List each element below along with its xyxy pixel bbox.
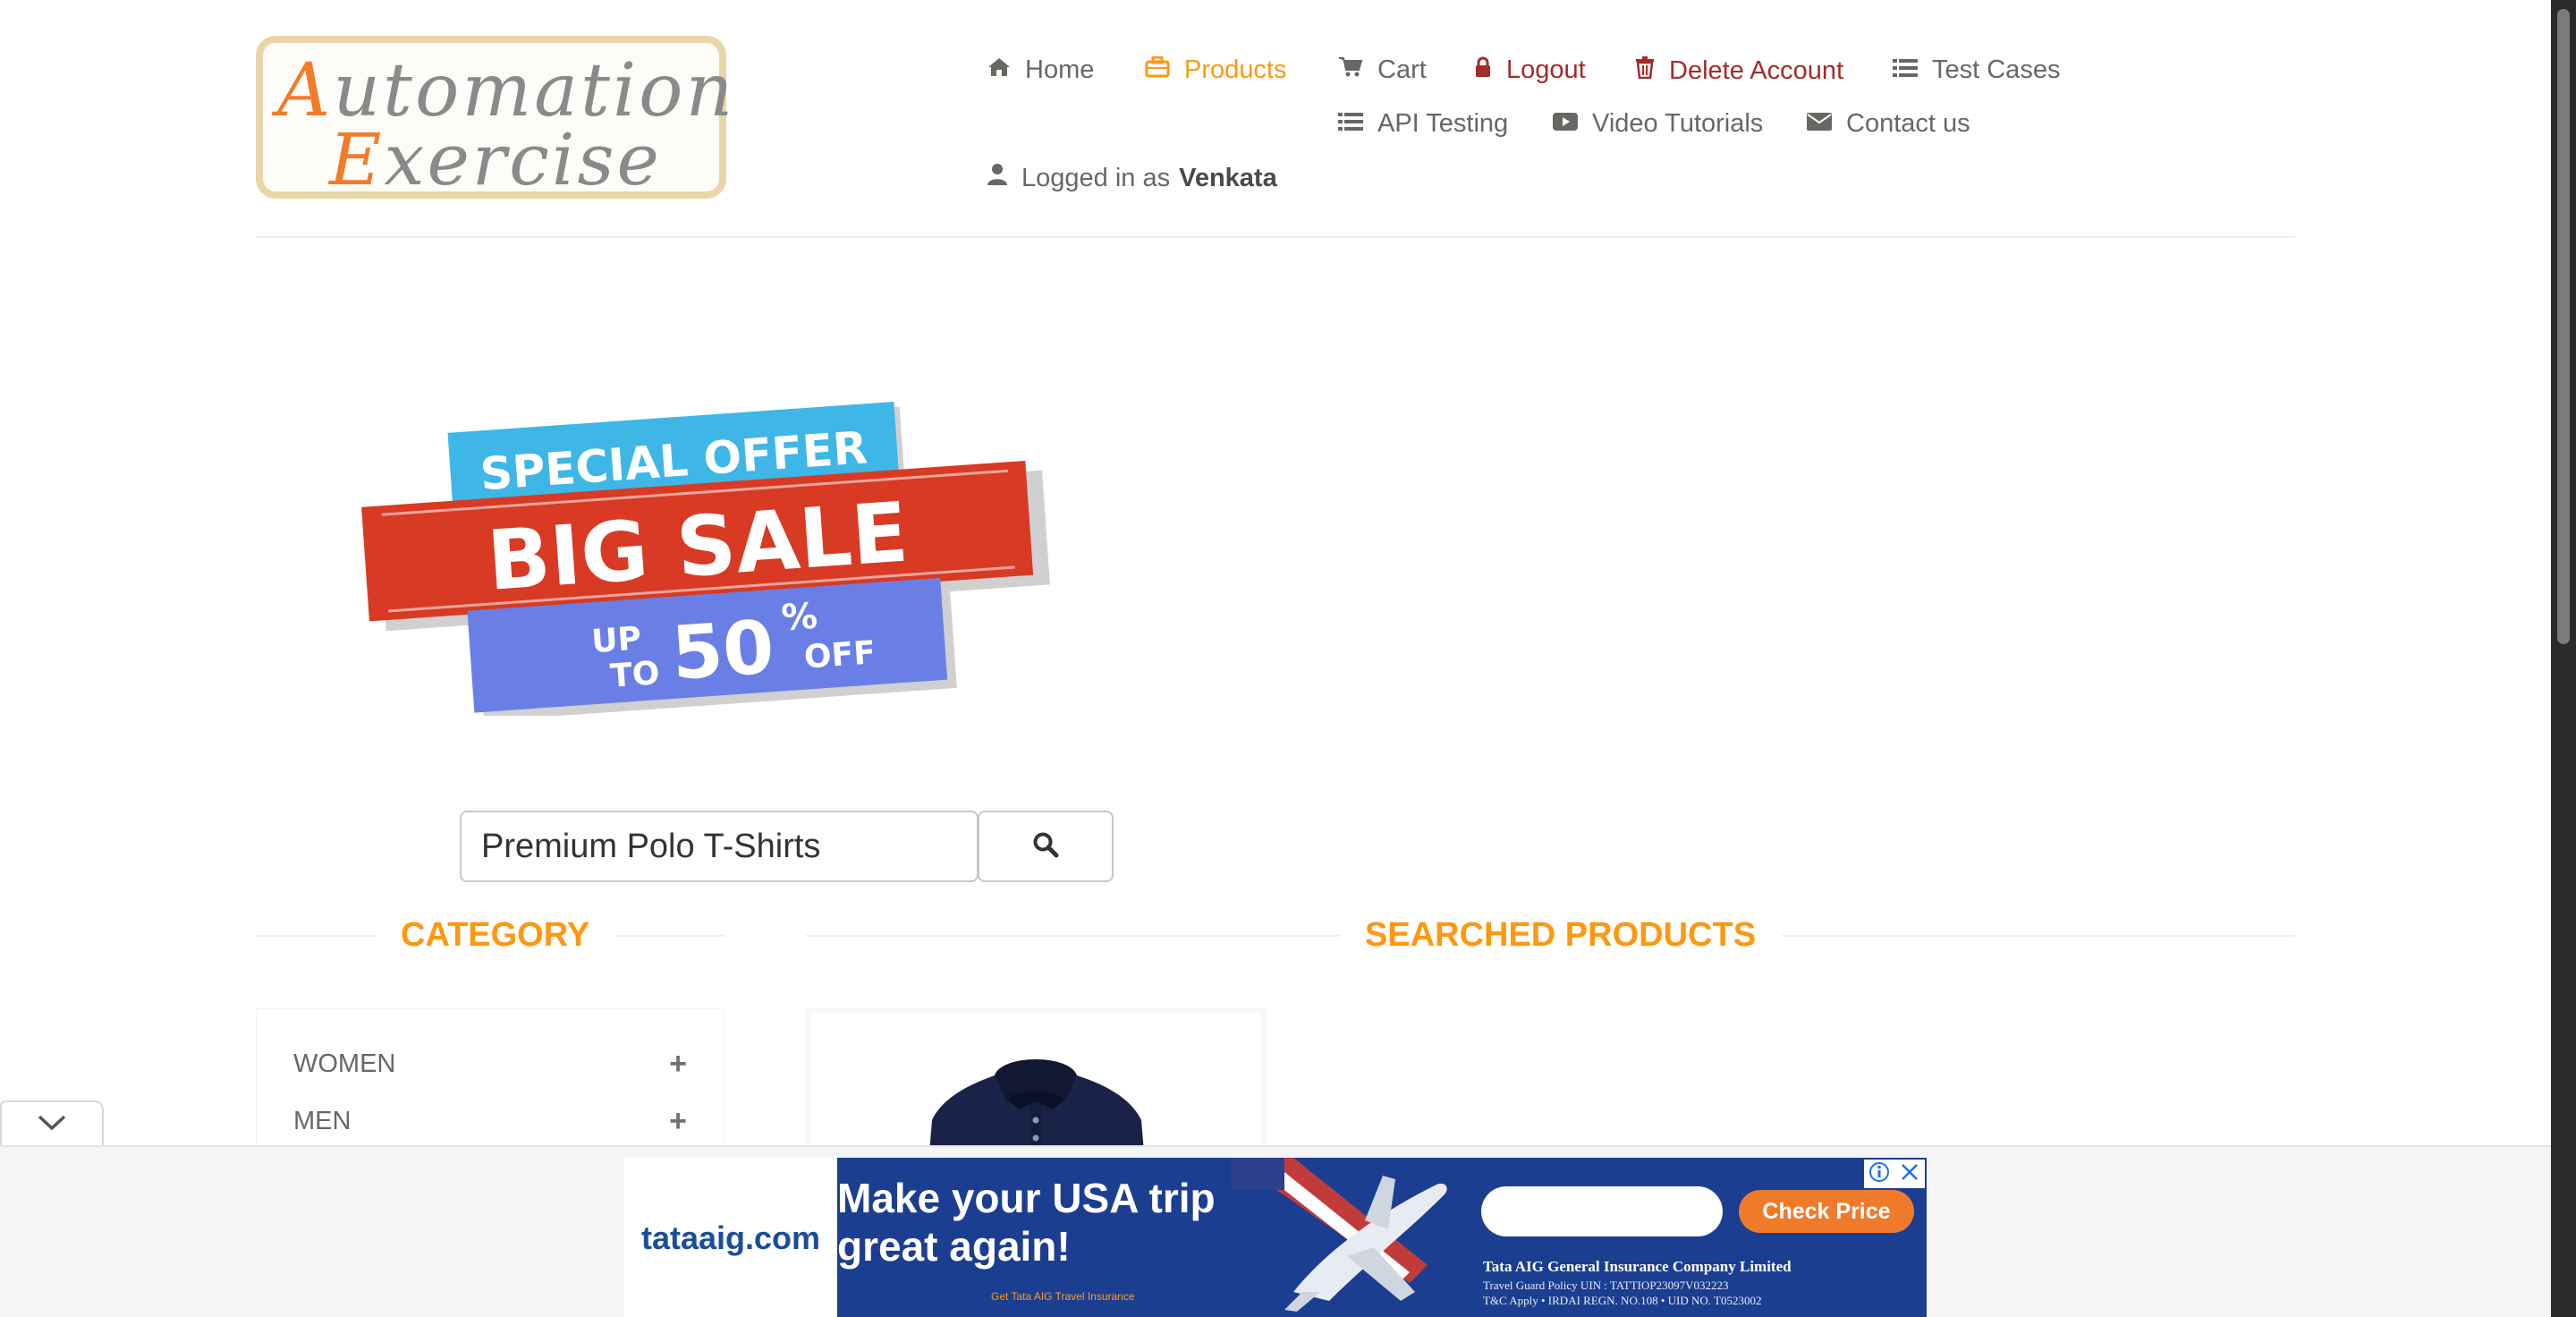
nav-video-tutorials[interactable]: Video Tutorials	[1553, 109, 1763, 139]
header-divider	[256, 236, 2295, 238]
banner-percent: %	[780, 596, 818, 640]
trash-icon	[1635, 55, 1655, 86]
nav-contact-us-label: Contact us	[1846, 109, 1970, 138]
ad-main-panel[interactable]: Make your USA trip great again! Get Tata…	[837, 1158, 1927, 1317]
nav-contact-us[interactable]: Contact us	[1807, 109, 1970, 139]
nav-home-label: Home	[1025, 55, 1095, 84]
cart-icon	[1338, 55, 1363, 85]
nav-delete-account-label: Delete Account	[1669, 55, 1844, 85]
ad-check-price-button[interactable]: Check Price	[1739, 1190, 1914, 1233]
nav-logged-in-as: Logged in as Venkata	[987, 163, 1277, 193]
banner-fifty: 50	[669, 605, 776, 697]
search-icon	[1032, 831, 1059, 862]
ad-close-button[interactable]	[1894, 1160, 1925, 1188]
banner-up: UP	[590, 620, 642, 660]
ad-headline: Make your USA trip great again!	[837, 1175, 1216, 1270]
nav-cart-label: Cart	[1377, 55, 1427, 84]
airplane-image	[1231, 1158, 1447, 1312]
nav-api-testing-label: API Testing	[1377, 109, 1509, 138]
close-icon	[1900, 1162, 1919, 1186]
envelope-icon	[1807, 109, 1832, 139]
ad-collapse-button[interactable]	[0, 1100, 104, 1147]
ad-fine-line-1: Travel Guard Policy UIN : TATTIOP23097V0…	[1483, 1279, 1729, 1292]
category-label: WOMEN	[293, 1049, 396, 1078]
category-women[interactable]: WOMEN +	[293, 1047, 687, 1082]
site-logo[interactable]: Automation Exercise	[256, 36, 733, 201]
nav-test-cases[interactable]: Test Cases	[1893, 55, 2060, 85]
nav-products-label: Products	[1184, 55, 1287, 84]
expand-icon[interactable]: +	[669, 1104, 687, 1139]
search-input[interactable]	[460, 811, 979, 882]
nav-logout[interactable]: Logout	[1474, 55, 1586, 85]
nav-delete-account[interactable]: Delete Account	[1635, 55, 1843, 86]
nav-video-tutorials-label: Video Tutorials	[1592, 109, 1764, 138]
video-play-icon	[1553, 109, 1578, 139]
nav-cart[interactable]: Cart	[1338, 55, 1427, 85]
lock-icon	[1474, 55, 1492, 85]
banner-off: OFF	[803, 634, 877, 675]
info-icon	[1868, 1161, 1890, 1187]
chevron-down-icon	[37, 1114, 67, 1136]
ad-company-name: Tata AIG General Insurance Company Limit…	[1483, 1258, 1792, 1275]
ad-info-button[interactable]	[1864, 1160, 1894, 1188]
searched-products-title: SEARCHED PRODUCTS	[1340, 916, 1782, 955]
briefcase-icon	[1145, 55, 1170, 85]
logged-in-prefix: Logged in as	[1021, 163, 1171, 192]
search-button[interactable]	[978, 811, 1114, 882]
ad-brand: tataaig.com	[640, 1219, 821, 1256]
ad-banner[interactable]: tataaig.com Make your USA trip great aga…	[624, 1158, 1927, 1317]
ad-fine-print: Travel Guard Policy UIN : TATTIOP23097V0…	[1483, 1278, 1761, 1308]
list-icon	[1893, 55, 1918, 85]
ad-fine-line-2: T&C Apply • IRDAI REGN. NO.108 • UID NO.…	[1483, 1294, 1762, 1307]
nav-logout-label: Logout	[1506, 55, 1586, 84]
scrollbar-thumb[interactable]	[2557, 9, 2570, 644]
category-label: MEN	[293, 1107, 352, 1135]
expand-icon[interactable]: +	[669, 1047, 687, 1082]
logo-line-2: Exercise	[329, 118, 662, 201]
user-icon	[987, 163, 1007, 193]
home-icon	[987, 55, 1011, 85]
category-men[interactable]: MEN +	[293, 1104, 687, 1139]
nav-test-cases-label: Test Cases	[1932, 55, 2061, 84]
ad-bar: tataaig.com Make your USA trip great aga…	[0, 1145, 2551, 1317]
ad-small-text: Get Tata AIG Travel Insurance	[991, 1290, 1135, 1303]
list-icon	[1338, 109, 1363, 139]
nav-home[interactable]: Home	[987, 55, 1094, 85]
big-sale-banner: SPECIAL OFFER BIG SALE UP TO 50 % OFF	[361, 402, 1050, 716]
logged-in-username: Venkata	[1179, 163, 1277, 192]
banner-to: TO	[609, 655, 661, 695]
ad-input-field[interactable]	[1481, 1186, 1723, 1236]
nav-products[interactable]: Products	[1145, 55, 1286, 85]
ad-brand-panel: tataaig.com	[624, 1158, 837, 1317]
page-scrollbar[interactable]	[2551, 0, 2576, 1317]
category-title: CATEGORY	[376, 916, 615, 955]
nav-api-testing[interactable]: API Testing	[1338, 109, 1508, 139]
